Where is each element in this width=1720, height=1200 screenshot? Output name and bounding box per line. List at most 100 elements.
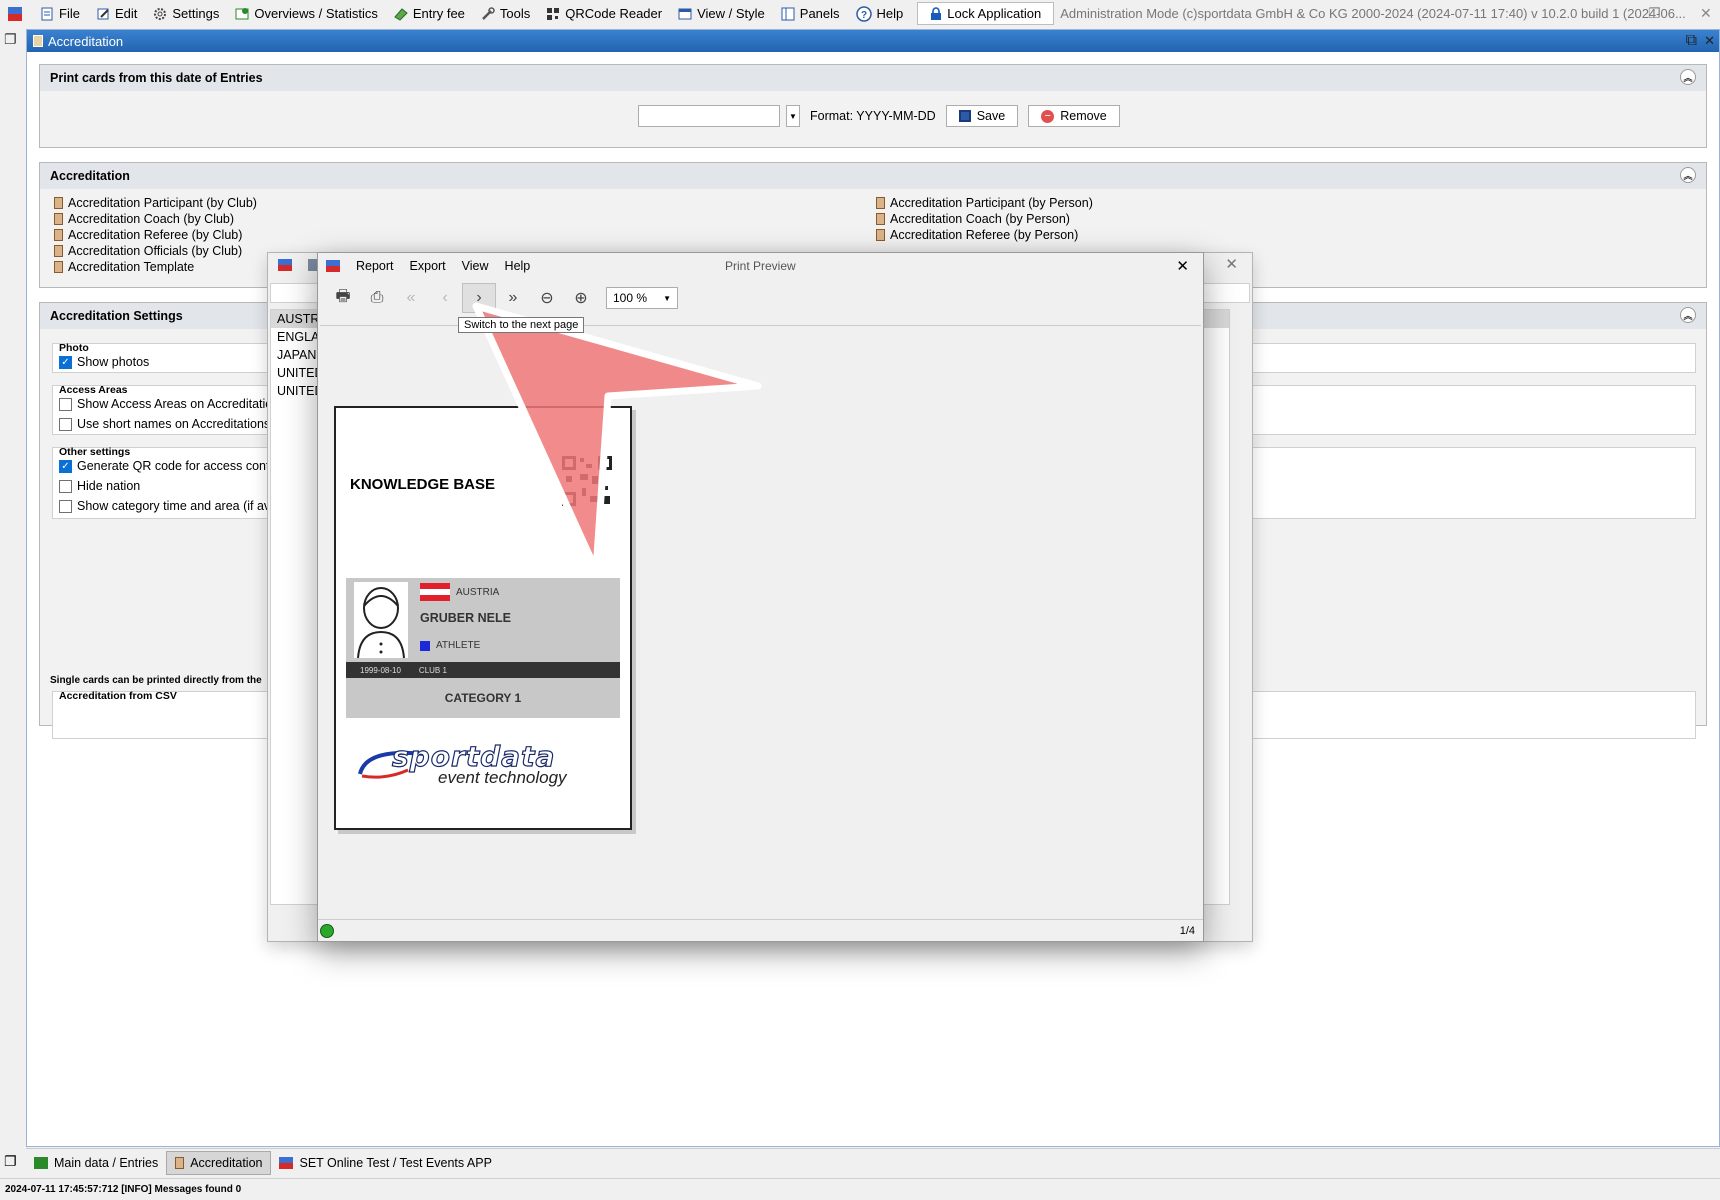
view-icon [678,8,692,19]
undock-icon[interactable]: ⧉ [1686,30,1697,52]
menu-help[interactable]: ? Help [848,0,912,27]
report-icon [876,197,885,209]
show-access-areas-checkbox[interactable]: Show Access Areas on Accreditations [59,394,285,414]
window-list-icon[interactable]: ❐ [4,31,17,48]
menu-view-style[interactable]: View / Style [670,0,773,27]
qrcode-icon [547,7,560,20]
report-icon [54,261,63,273]
print-preview-dialog: Report Export View Help Print Preview ✕ … [317,252,1204,942]
tab-list-icon[interactable]: ❐ [4,1153,17,1170]
accreditation-icon [175,1156,185,1169]
hide-nation-checkbox[interactable]: Hide nation [59,476,140,496]
single-cards-note: Single cards can be printed directly fro… [50,675,262,686]
checkbox-icon [59,397,72,411]
checkbox-icon [59,479,72,493]
format-label: Format: YYYY-MM-DD [810,109,936,123]
menu-tools[interactable]: Tools [473,0,538,27]
date-input[interactable] [638,105,780,127]
status-message: 2024-07-11 17:45:57:712 [INFO] Messages … [5,1184,242,1195]
report-icon [54,229,63,241]
page-indicator: 1/4 [1179,925,1195,937]
card-name: GRUBER NELE [420,611,511,625]
edit-icon [97,8,109,19]
tab-main-data[interactable]: Main data / Entries [26,1151,166,1175]
restore-window-icon[interactable]: ❐ [1648,5,1661,22]
generate-qr-checkbox[interactable]: ✓ Generate QR code for access control [59,456,283,476]
zoom-in-icon[interactable]: ⊕ [564,283,598,313]
chevron-down-icon: ▼ [663,293,671,303]
preview-menu-help[interactable]: Help [505,259,531,273]
print-settings-icon[interactable]: 🖶 [326,283,360,313]
save-icon [958,110,971,122]
preview-menu-view[interactable]: View [462,259,489,273]
tab-accreditation[interactable]: Accreditation [166,1150,272,1175]
menu-file[interactable]: File [32,0,88,27]
app-icon [8,6,22,21]
svg-text:?: ? [860,10,866,21]
print-icon[interactable]: ⎙ [360,283,394,313]
doc-close-icon[interactable]: ✕ [1704,30,1715,52]
document-title: Accreditation [48,33,124,49]
dialog-close-icon[interactable]: ✕ [1225,255,1238,273]
preview-menu-report[interactable]: Report [356,259,394,273]
menu-overviews[interactable]: Overviews / Statistics [227,0,386,27]
short-names-checkbox[interactable]: Use short names on Accreditations [59,414,270,434]
zoom-select[interactable]: 100 % ▼ [606,287,678,309]
remove-button[interactable]: − Remove [1028,105,1120,127]
report-participant-person[interactable]: Accreditation Participant (by Person) [876,195,1093,211]
previous-page-icon[interactable]: ‹ [428,283,462,313]
close-window-icon[interactable]: ✕ [1700,5,1712,22]
report-participant-club[interactable]: Accreditation Participant (by Club) [54,195,257,211]
next-page-tooltip: Switch to the next page [458,317,585,333]
print-cards-header: Print cards from this date of Entries ︽ [40,65,1706,91]
report-officials-club[interactable]: Accreditation Officials (by Club) [54,243,257,259]
card-person-panel: AUSTRIA GRUBER NELE ATHLETE [346,578,620,662]
report-icon [876,213,885,225]
checkbox-checked-icon: ✓ [59,355,72,369]
save-button[interactable]: Save [945,105,1019,127]
preview-statusbar: 1/4 [318,919,1203,941]
show-category-checkbox[interactable]: Show category time and area (if avail [59,496,283,516]
lock-application-button[interactable]: Lock Application [917,2,1055,25]
date-dropdown-icon[interactable]: ▼ [786,105,800,127]
report-referee-person[interactable]: Accreditation Referee (by Person) [876,227,1093,243]
wrench-icon [482,6,495,20]
collapse-icon[interactable]: ︽ [1680,307,1696,323]
set-icon [279,1156,294,1169]
date-row: ▼ Format: YYYY-MM-DD Save − Remove [638,105,1120,127]
card-category: CATEGORY 1 [346,678,620,718]
next-page-icon[interactable]: › [462,283,496,313]
help-icon: ? [855,5,872,22]
checkbox-icon [59,417,72,431]
menu-qrcode-reader[interactable]: QRCode Reader [538,0,670,27]
avatar-icon [354,582,408,658]
zoom-out-icon[interactable]: ⊖ [530,283,564,313]
austria-flag-icon [420,583,450,601]
report-icon [876,229,885,241]
collapse-icon[interactable]: ︽ [1680,167,1696,183]
sportdata-logo: sportdata event technology [356,739,616,790]
report-icon [54,213,63,225]
main-data-icon [34,1156,48,1169]
last-page-icon[interactable]: » [496,283,530,313]
collapse-icon[interactable]: ︽ [1680,69,1696,85]
report-coach-person[interactable]: Accreditation Coach (by Person) [876,211,1093,227]
tab-set-online-test[interactable]: SET Online Test / Test Events APP [271,1151,499,1175]
preview-menu-export[interactable]: Export [410,259,446,273]
report-referee-club[interactable]: Accreditation Referee (by Club) [54,227,257,243]
lock-icon [931,6,942,20]
document-tabs: ❐ Main data / Entries Accreditation SET … [4,1148,1720,1176]
card-club: CLUB 1 [418,665,447,675]
qrcode-icon [562,456,612,506]
report-coach-club[interactable]: Accreditation Coach (by Club) [54,211,257,227]
preview-close-icon[interactable]: ✕ [1176,257,1189,275]
menu-settings[interactable]: Settings [145,0,227,27]
menu-entry-fee[interactable]: Entry fee [386,0,473,27]
report-template[interactable]: Accreditation Template [54,259,257,275]
preview-canvas: KNOWLEDGE BASE AUSTRIA GRUBER NELE ATHLE… [320,325,1201,917]
accreditation-card: KNOWLEDGE BASE AUSTRIA GRUBER NELE ATHLE… [334,406,632,830]
menu-panels[interactable]: Panels [773,0,848,27]
show-photos-checkbox[interactable]: ✓ Show photos [59,352,149,372]
first-page-icon[interactable]: « [394,283,428,313]
menu-edit[interactable]: Edit [88,0,145,27]
